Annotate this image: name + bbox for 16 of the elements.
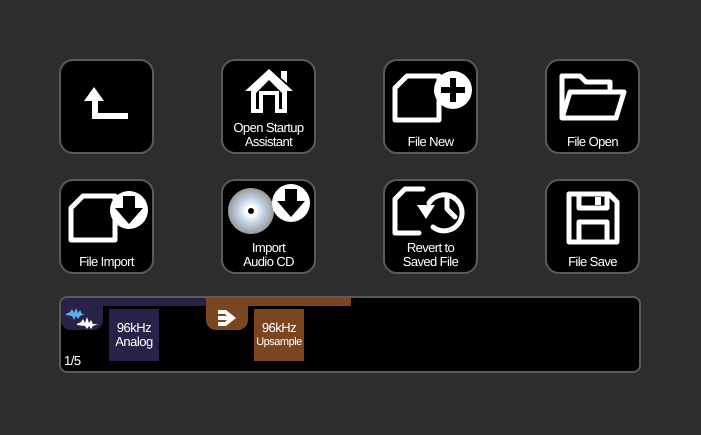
command-button[interactable]: Import Audio CD <box>221 179 316 274</box>
command-button[interactable]: Revert to Saved File <box>383 179 478 274</box>
command-button[interactable]: File New <box>383 59 478 154</box>
back-button[interactable] <box>59 59 154 154</box>
source-label: 96kHz Upsample <box>254 309 304 361</box>
routing-icon <box>216 308 238 328</box>
source-label: 96kHz Analog <box>109 309 159 361</box>
waveform-icon <box>65 307 99 329</box>
source-tab[interactable] <box>206 306 248 330</box>
floppy-disk-icon <box>564 190 620 246</box>
command-button[interactable]: Open Startup Assistant <box>221 59 316 154</box>
command-button[interactable]: File Open <box>545 59 640 154</box>
page-indicator: 1/5 <box>64 353 81 368</box>
command-button[interactable]: File Import <box>59 179 154 274</box>
source-tab[interactable] <box>61 306 103 330</box>
command-button[interactable]: File Save <box>545 179 640 274</box>
